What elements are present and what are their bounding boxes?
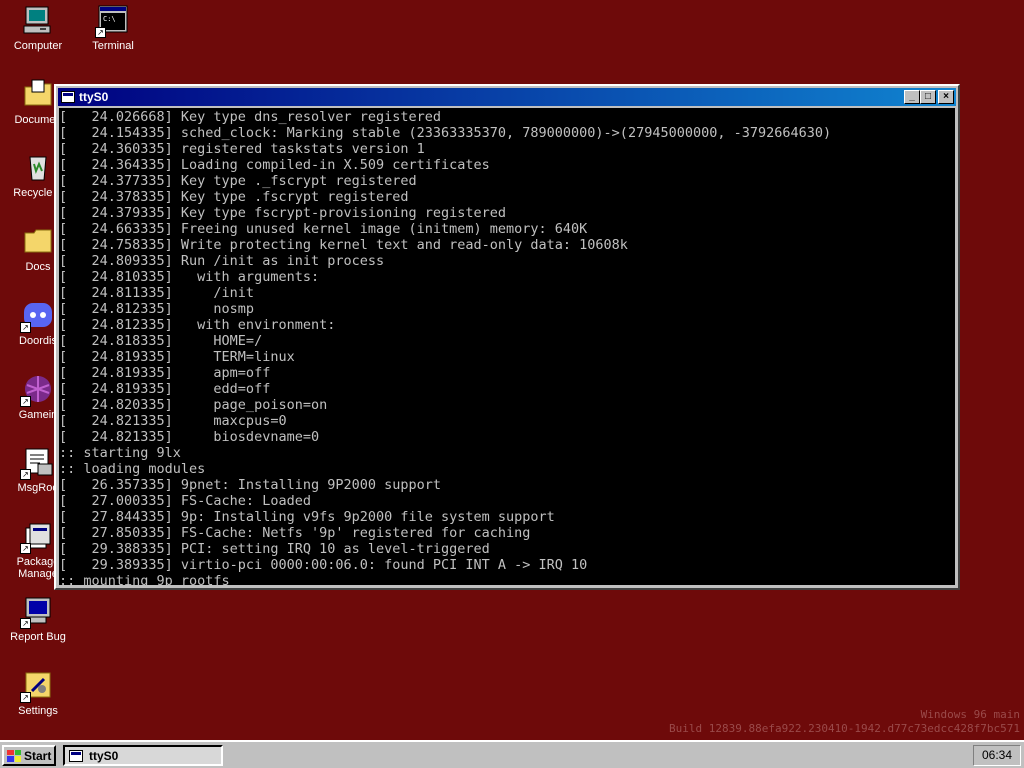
desktop-icon-terminal[interactable]: C:\ ↗ Terminal bbox=[75, 4, 151, 52]
windows-logo-icon bbox=[7, 749, 21, 762]
shortcut-arrow-icon: ↗ bbox=[20, 618, 31, 629]
start-label: Start bbox=[24, 748, 52, 763]
terminal-line: [ 29.389335] virtio-pci 0000:00:06.0: fo… bbox=[59, 557, 588, 573]
terminal-line: [ 24.364335] Loading compiled-in X.509 c… bbox=[59, 157, 490, 173]
terminal-line: [ 24.821335] maxcpus=0 bbox=[59, 413, 287, 429]
folder-icon bbox=[22, 225, 54, 257]
shortcut-arrow-icon: ↗ bbox=[20, 396, 31, 407]
terminal-line: [ 24.819335] apm=off bbox=[59, 365, 271, 381]
terminal-line: [ 24.154335] sched_clock: Marking stable… bbox=[59, 125, 832, 141]
terminal-line: [ 24.360335] registered taskstats versio… bbox=[59, 141, 425, 157]
message-room-icon: ↗ bbox=[20, 446, 54, 480]
desktop-icon-report-bug[interactable]: ↗ Report Bug bbox=[0, 595, 76, 643]
terminal-line: [ 24.821335] biosdevname=0 bbox=[59, 429, 320, 445]
window-controls: _ □ × bbox=[904, 90, 954, 104]
start-button[interactable]: Start bbox=[2, 745, 56, 766]
terminal-line: [ 24.663335] Freeing unused kernel image… bbox=[59, 221, 588, 237]
window-title: ttyS0 bbox=[79, 90, 109, 104]
shortcut-arrow-icon: ↗ bbox=[20, 322, 31, 333]
terminal-line: [ 24.378335] Key type .fscrypt registere… bbox=[59, 189, 409, 205]
shortcut-arrow-icon: ↗ bbox=[20, 469, 31, 480]
terminal-line: [ 26.357335] 9pnet: Installing 9P2000 su… bbox=[59, 477, 442, 493]
terminal-line: [ 24.026668] Key type dns_resolver regis… bbox=[59, 109, 442, 125]
terminal-line: [ 24.809335] Run /init as init process bbox=[59, 253, 385, 269]
window-titlebar[interactable]: ttyS0 _ □ × bbox=[58, 88, 956, 106]
terminal-line: [ 24.377335] Key type ._fscrypt register… bbox=[59, 173, 417, 189]
terminal-line: [ 24.820335] page_poison=on bbox=[59, 397, 328, 413]
desktop-icon-label: Report Bug bbox=[10, 631, 66, 643]
terminal-icon bbox=[61, 91, 75, 103]
terminal-line: [ 27.850335] FS-Cache: Netfs '9p' regist… bbox=[59, 525, 531, 541]
shortcut-arrow-icon: ↗ bbox=[20, 543, 31, 554]
terminal-line: :: starting 9lx bbox=[59, 445, 181, 461]
recycle-bin-icon bbox=[22, 151, 54, 183]
desktop-icon-computer[interactable]: Computer bbox=[0, 4, 76, 52]
terminal-line: [ 24.811335] /init bbox=[59, 285, 255, 301]
watermark-line: Windows 96 main bbox=[920, 708, 1020, 721]
shortcut-arrow-icon: ↗ bbox=[20, 692, 31, 703]
documents-folder-icon bbox=[22, 78, 54, 110]
terminal-output[interactable]: [ 24.026668] Key type dns_resolver regis… bbox=[59, 108, 955, 585]
terminal-line: [ 24.812335] nosmp bbox=[59, 301, 255, 317]
maximize-button[interactable]: □ bbox=[920, 90, 936, 104]
terminal-line: [ 27.844335] 9p: Installing v9fs 9p2000 … bbox=[59, 509, 555, 525]
game-icon: ↗ bbox=[20, 373, 54, 407]
computer-icon bbox=[22, 4, 54, 36]
terminal-line: [ 24.819335] edd=off bbox=[59, 381, 271, 397]
terminal-icon: C:\ ↗ bbox=[95, 4, 129, 38]
terminal-line: [ 24.379335] Key type fscrypt-provisioni… bbox=[59, 205, 507, 221]
terminal-line: [ 24.812335] with environment: bbox=[59, 317, 336, 333]
shortcut-arrow-icon: ↗ bbox=[95, 27, 106, 38]
terminal-line: :: loading modules bbox=[59, 461, 206, 477]
desktop-icon-settings[interactable]: ↗ Settings bbox=[0, 669, 76, 717]
terminal-line: [ 29.388335] PCI: setting IRQ 10 as leve… bbox=[59, 541, 490, 557]
taskbar-item-ttyS0[interactable]: ttyS0 bbox=[63, 745, 223, 766]
terminal-line: :: mounting 9p rootfs bbox=[59, 573, 230, 585]
terminal-line: [ 24.758335] Write protecting kernel tex… bbox=[59, 237, 628, 253]
settings-icon: ↗ bbox=[20, 669, 54, 703]
terminal-line: [ 24.818335] HOME=/ bbox=[59, 333, 263, 349]
minimize-button[interactable]: _ bbox=[904, 90, 920, 104]
terminal-icon bbox=[69, 749, 83, 762]
taskbar: Start ttyS0 06:34 bbox=[0, 740, 1024, 768]
desktop-icon-label: Computer bbox=[13, 40, 63, 52]
desktop-icon-label: Terminal bbox=[92, 40, 134, 52]
taskbar-item-label: ttyS0 bbox=[89, 748, 119, 763]
svg-text:C:\: C:\ bbox=[103, 15, 116, 23]
desktop-icon-label: Settings bbox=[18, 705, 58, 717]
build-watermark: Windows 96 main Build 12839.88efa922.230… bbox=[669, 708, 1020, 736]
discord-icon: ↗ bbox=[20, 299, 54, 333]
package-manager-icon: ↗ bbox=[20, 520, 54, 554]
taskbar-clock: 06:34 bbox=[973, 745, 1021, 766]
watermark-line: Build 12839.88efa922.230410-1942.d77c73e… bbox=[669, 722, 1020, 735]
close-button[interactable]: × bbox=[938, 90, 954, 104]
terminal-line: [ 27.000335] FS-Cache: Loaded bbox=[59, 493, 311, 509]
terminal-line: [ 24.819335] TERM=linux bbox=[59, 349, 295, 365]
report-bug-icon: ↗ bbox=[20, 595, 54, 629]
terminal-window[interactable]: ttyS0 _ □ × [ 24.026668] Key type dns_re… bbox=[54, 84, 960, 590]
terminal-line: [ 24.810335] with arguments: bbox=[59, 269, 320, 285]
